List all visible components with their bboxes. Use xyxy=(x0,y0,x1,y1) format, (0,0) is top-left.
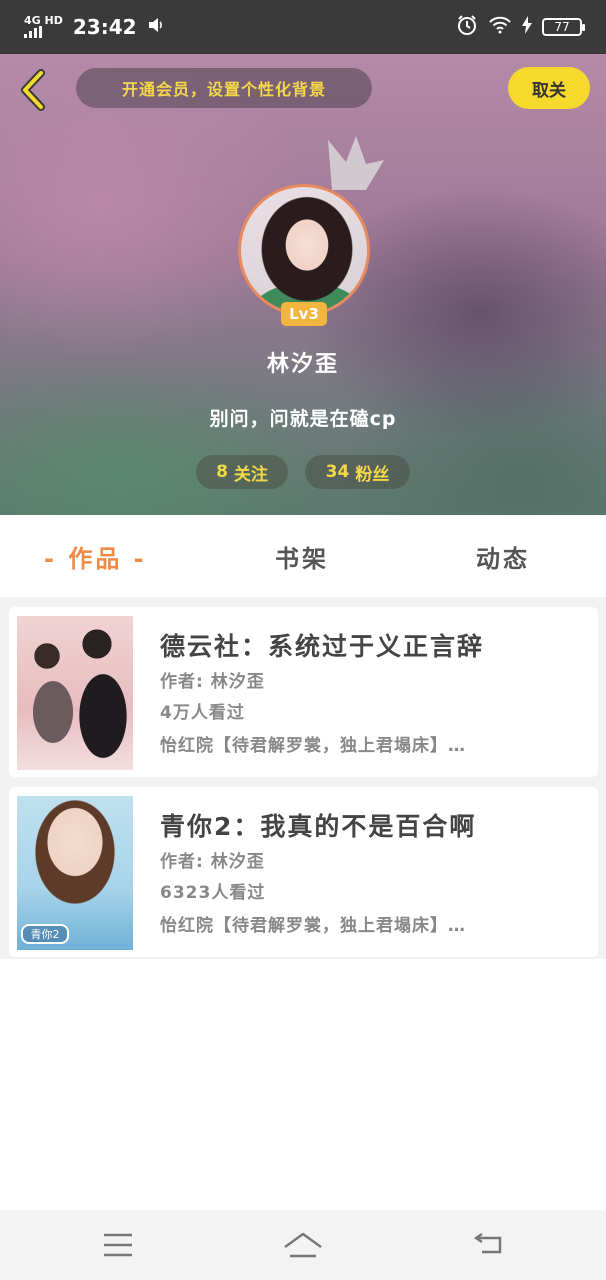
tab-works[interactable]: - 作品 - xyxy=(44,539,147,574)
status-bar: 4G HD 23:42 77 xyxy=(0,0,606,54)
book-author: 作者: 林汐歪 xyxy=(160,852,265,872)
vip-banner[interactable]: 开通会员，设置个性化背景 xyxy=(76,68,372,108)
book-title: 青你2：我真的不是百合啊 xyxy=(160,812,477,841)
list-item[interactable]: 青你2 青你2：我真的不是百合啊 作者: 林汐歪 6323人看过 怡红院【待君解… xyxy=(9,787,598,957)
following-label: 关注 xyxy=(233,464,268,485)
book-tags: 怡红院【待君解罗裳，独上君塌床】… xyxy=(160,736,466,756)
book-views: 6323人看过 xyxy=(160,883,266,903)
tab-bookshelf[interactable]: 书架 xyxy=(275,539,329,574)
following-count: 8 xyxy=(216,462,228,482)
unfollow-button[interactable]: 取关 xyxy=(508,67,590,109)
menu-icon xyxy=(104,1233,132,1257)
charging-icon xyxy=(522,16,532,38)
status-left: 4G HD 23:42 xyxy=(24,15,165,39)
chevron-left-icon xyxy=(21,69,45,111)
level-badge: Lv3 xyxy=(281,302,327,326)
fans-stat[interactable]: 34 粉丝 xyxy=(305,455,410,489)
battery-indicator: 77 xyxy=(542,18,585,36)
book-tags: 怡红院【待君解罗裳，独上君塌床】… xyxy=(160,916,466,936)
book-author: 作者: 林汐歪 xyxy=(160,672,265,692)
fans-label: 粉丝 xyxy=(355,464,390,485)
list-item[interactable]: 德云社：系统过于义正言辞 作者: 林汐歪 4万人看过 怡红院【待君解罗裳，独上君… xyxy=(9,607,598,777)
user-name: 林汐歪 xyxy=(266,352,339,377)
system-back-button[interactable] xyxy=(466,1228,510,1262)
crown-icon xyxy=(322,134,388,198)
profile-header: 开通会员，设置个性化背景 取关 Lv3 林汐歪 别问，问就是在磕cp 8 关注 … xyxy=(0,54,606,515)
status-time: 23:42 xyxy=(72,15,137,39)
wifi-icon xyxy=(488,16,512,38)
signal-bars-icon xyxy=(24,26,42,38)
book-views: 4万人看过 xyxy=(160,703,245,723)
back-arrow-icon xyxy=(473,1233,502,1254)
system-nav-bar xyxy=(0,1210,606,1280)
fans-count: 34 xyxy=(325,462,350,482)
signal-indicator: 4G HD xyxy=(24,14,63,38)
works-list: 德云社：系统过于义正言辞 作者: 林汐歪 4万人看过 怡红院【待君解罗裳，独上君… xyxy=(0,597,606,959)
menu-button[interactable] xyxy=(96,1228,140,1262)
back-button[interactable] xyxy=(12,68,52,112)
network-type: 4G HD xyxy=(24,14,63,27)
home-button[interactable] xyxy=(281,1228,325,1262)
avatar[interactable] xyxy=(238,184,370,316)
book-cover: 青你2 xyxy=(17,796,133,950)
speaker-icon xyxy=(147,16,165,38)
book-title: 德云社：系统过于义正言辞 xyxy=(160,632,485,661)
tab-activity[interactable]: 动态 xyxy=(476,539,530,574)
alarm-icon xyxy=(456,14,478,40)
status-right: 77 xyxy=(456,14,585,40)
profile-tabs: - 作品 - 书架 动态 xyxy=(0,515,606,597)
user-bio: 别问，问就是在磕cp xyxy=(209,408,397,430)
book-cover xyxy=(17,616,133,770)
following-stat[interactable]: 8 关注 xyxy=(196,455,288,489)
home-icon xyxy=(284,1232,322,1258)
cover-tag: 青你2 xyxy=(21,924,69,944)
